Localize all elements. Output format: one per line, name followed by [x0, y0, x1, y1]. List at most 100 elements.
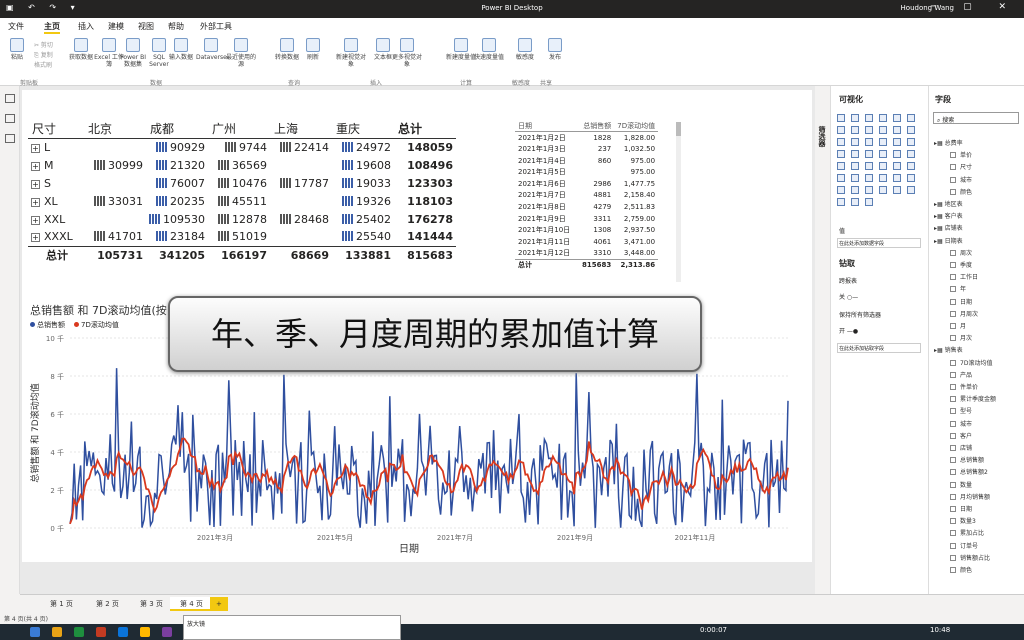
keep-filters-toggle[interactable]: 开 —● [839, 326, 858, 335]
checkbox[interactable] [950, 530, 956, 537]
visual-type-icon[interactable] [893, 174, 901, 182]
visual-type-icon[interactable] [837, 138, 845, 146]
matrix-col-header[interactable]: 总计 [394, 120, 456, 139]
model-view-icon[interactable] [5, 134, 15, 143]
visual-type-icon[interactable] [851, 186, 859, 194]
visual-type-icon[interactable] [907, 162, 915, 170]
visual-type-icon[interactable] [851, 126, 859, 134]
ribbon-button-9[interactable]: 刷新 [298, 38, 328, 61]
visual-type-icon[interactable] [893, 150, 901, 158]
checkbox[interactable] [950, 298, 956, 305]
page-tab[interactable]: 第 1 页 [40, 597, 83, 611]
checkbox[interactable] [950, 469, 956, 476]
table-col-header[interactable]: 7D滚动均值 [614, 120, 659, 133]
checkbox[interactable] [950, 493, 956, 500]
visual-type-icon[interactable] [907, 138, 915, 146]
field-item[interactable]: 月均销售额 [950, 492, 990, 501]
expand-icon[interactable]: + [31, 143, 40, 153]
visual-type-icon[interactable] [837, 126, 845, 134]
checkbox[interactable] [950, 249, 956, 256]
checkbox[interactable] [950, 481, 956, 488]
menu-item-3[interactable]: 建模 [108, 21, 124, 32]
table-col-header[interactable]: 日期 [515, 120, 579, 133]
checkbox[interactable] [950, 323, 956, 329]
expand-icon[interactable]: + [31, 215, 40, 225]
checkbox[interactable] [950, 384, 956, 390]
visual-type-icon[interactable] [851, 150, 859, 158]
visual-type-icon[interactable] [879, 126, 887, 134]
visual-type-icon[interactable] [879, 162, 887, 170]
checkbox[interactable] [950, 286, 956, 293]
visual-type-icon[interactable] [907, 174, 915, 182]
visual-type-icon[interactable] [865, 150, 873, 158]
menu-item-6[interactable]: 外部工具 [200, 21, 232, 32]
checkbox[interactable] [950, 262, 956, 268]
ribbon-button-5[interactable]: 输入数据 [166, 38, 196, 61]
field-item[interactable]: 件单价 [950, 382, 978, 391]
visual-type-icon[interactable] [893, 162, 901, 170]
checkbox[interactable] [950, 164, 956, 171]
checkbox[interactable] [950, 152, 956, 159]
visual-type-icon[interactable] [865, 174, 873, 182]
checkbox[interactable] [950, 396, 956, 403]
page-tab[interactable]: 第 3 页 [130, 597, 173, 611]
visual-type-icon[interactable] [893, 138, 901, 146]
matrix-row-label[interactable]: + M [28, 156, 84, 174]
visual-type-icon[interactable] [879, 138, 887, 146]
checkbox[interactable] [950, 420, 956, 427]
matrix-col-header[interactable]: 成都 [146, 120, 208, 139]
data-view-icon[interactable] [5, 114, 15, 123]
field-item[interactable]: ▸▦ 客户表 [934, 211, 963, 220]
expand-icon[interactable]: + [31, 179, 40, 189]
series-line-sales[interactable] [69, 368, 789, 528]
taskbar-app-icon[interactable] [52, 627, 62, 637]
table-col-header[interactable]: 总销售额 [579, 120, 615, 133]
matrix-row-label[interactable]: + XXXL [28, 228, 84, 246]
field-item[interactable]: ▸▦ 销售表 [934, 345, 963, 354]
checkbox[interactable] [950, 506, 956, 512]
checkbox[interactable] [950, 567, 956, 573]
field-item[interactable]: 季度 [950, 260, 972, 269]
matrix-row-label[interactable]: + XL [28, 192, 84, 210]
checkbox[interactable] [950, 457, 956, 464]
matrix-col-header[interactable]: 广州 [208, 120, 270, 139]
cross-report-toggle[interactable]: 关 ○— [839, 292, 858, 301]
visual-type-icon[interactable] [865, 198, 873, 206]
taskbar-app-icon[interactable] [140, 627, 150, 637]
taskbar-app-icon[interactable] [162, 627, 172, 637]
visual-type-icon[interactable] [893, 186, 901, 194]
checkbox[interactable] [950, 176, 956, 183]
visual-type-icon[interactable] [879, 174, 887, 182]
ribbon-button-7[interactable]: 最近使用的源 [226, 38, 256, 68]
visual-type-icon[interactable] [865, 114, 873, 122]
field-item[interactable]: 累计季度金额 [950, 394, 996, 403]
checkbox[interactable] [950, 408, 956, 415]
field-item[interactable]: 尺寸 [950, 162, 972, 171]
ribbon-button-6[interactable]: Dataverse [196, 38, 227, 61]
ribbon-button-16[interactable]: 发布 [540, 38, 570, 61]
visual-type-icon[interactable] [837, 186, 845, 194]
field-item[interactable]: 单价 [950, 150, 972, 159]
field-item[interactable]: 颜色 [950, 565, 972, 574]
field-item[interactable]: ▸▦ 地区表 [934, 199, 963, 208]
visual-type-icon[interactable] [837, 114, 845, 122]
field-item[interactable]: 月次 [950, 333, 972, 342]
visual-type-icon[interactable] [837, 198, 845, 206]
table-scrollbar[interactable] [676, 122, 681, 282]
visual-type-icon[interactable] [865, 126, 873, 134]
field-item[interactable]: 月周次 [950, 309, 978, 318]
visual-type-icon[interactable] [837, 150, 845, 158]
ribbon-button-14[interactable]: 快速度量值 [474, 38, 504, 61]
field-item[interactable]: 工作日 [950, 272, 978, 281]
field-item[interactable]: ▸▦ 总费率 [934, 138, 963, 147]
matrix-col-header[interactable]: 北京 [84, 120, 146, 139]
page-tab[interactable]: 第 2 页 [86, 597, 129, 611]
menu-item-0[interactable]: 文件 [8, 21, 24, 32]
add-page-button[interactable]: + [210, 597, 228, 611]
ribbon-button-0[interactable]: 粘贴 [2, 38, 32, 61]
visual-type-icon[interactable] [851, 162, 859, 170]
field-item[interactable]: ▸▦ 店铺表 [934, 223, 963, 232]
visual-type-icon[interactable] [865, 186, 873, 194]
taskbar-app-icon[interactable] [118, 627, 128, 637]
taskbar-app-icon[interactable] [74, 627, 84, 637]
